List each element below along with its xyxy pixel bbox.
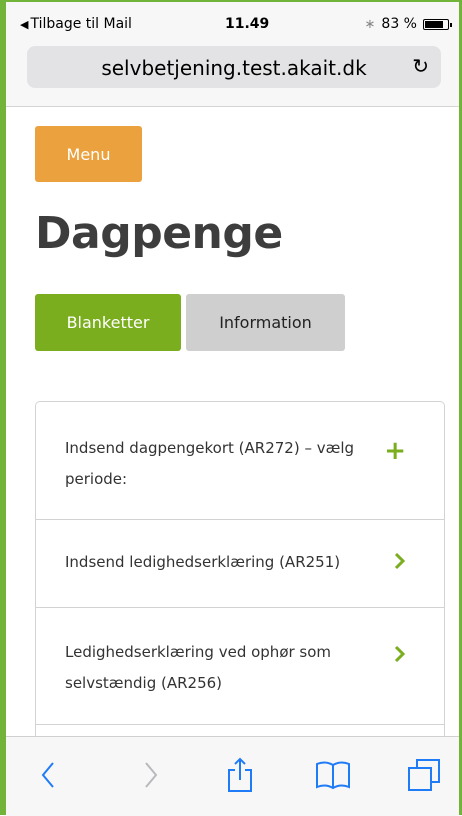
tab-blanketter[interactable]: Blanketter [35,294,181,351]
list-item-dagpengekort[interactable]: Indsend dagpengekort (AR272) – vælg peri… [36,402,444,520]
battery-percent: 83 % [381,16,417,32]
back-triangle-icon: ◀ [20,18,29,31]
list-item-label: Indsend ledighedserklæring (AR251) [65,553,341,571]
chevron-right-icon [394,552,406,574]
plus-icon[interactable]: + [384,436,406,466]
status-indicators: ∗ 83 % [364,16,452,32]
bluetooth-icon: ∗ [364,16,376,32]
browser-address-area: selvbetjening.test.akait.dk ↻ [6,40,459,107]
reload-icon[interactable]: ↻ [412,54,429,78]
back-icon[interactable] [28,753,68,797]
browser-toolbar [6,736,459,816]
bookmarks-icon[interactable] [313,753,353,797]
list-item-label: Indsend dagpengekort (AR272) – vælg peri… [65,439,355,488]
menu-button[interactable]: Menu [35,126,142,182]
list-item-ledighedserklaering[interactable]: Indsend ledighedserklæring (AR251) [36,519,444,608]
back-to-app[interactable]: ◀ Tilbage til Mail [20,16,132,32]
form-list: Indsend dagpengekort (AR272) – vælg peri… [35,401,445,761]
battery-level [425,20,443,28]
battery-icon [423,18,452,30]
page-title: Dagpenge [35,208,283,259]
share-icon[interactable] [220,753,260,797]
frame-border-left [0,0,6,815]
status-time: 11.49 [225,16,270,32]
chevron-right-icon [394,645,406,667]
list-item-ophoer-selvstaendig[interactable]: Ledighedserklæring ved ophør som selvstæ… [36,607,444,725]
tab-information[interactable]: Information [186,294,345,351]
address-bar[interactable]: selvbetjening.test.akait.dk ↻ [27,46,441,88]
list-item-label: Ledighedserklæring ved ophør som selvstæ… [65,643,332,692]
tabs-icon[interactable] [404,753,444,797]
url-text[interactable]: selvbetjening.test.akait.dk [27,56,441,80]
forward-icon[interactable] [131,753,171,797]
status-bar: ◀ Tilbage til Mail 11.49 ∗ 83 % [6,2,459,40]
back-app-label: Tilbage til Mail [30,16,132,32]
